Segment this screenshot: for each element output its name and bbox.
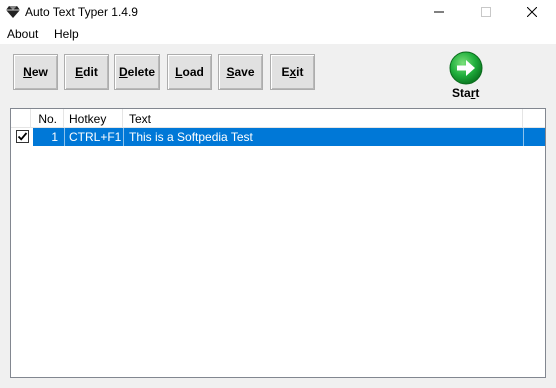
save-label-post: ave [234,65,255,79]
green-arrow-icon[interactable] [449,51,483,85]
menu-about[interactable]: About [7,27,38,41]
column-header-hotkey[interactable]: Hotkey [64,109,123,128]
close-icon [527,7,537,17]
start-button-label[interactable]: Start [452,86,479,100]
column-divider [64,128,65,146]
close-button[interactable] [509,0,555,24]
exit-label-pre: E [281,65,290,79]
column-divider [123,128,124,146]
menu-bar: About Help [0,24,556,44]
save-label-key: S [226,65,235,79]
exit-label-key: x [289,65,297,79]
list-item[interactable]: 1 CTRL+F1 This is a Softpedia Test [11,128,545,146]
exit-button[interactable]: Ex it [270,54,315,90]
minimize-icon [434,11,444,13]
row-text: This is a Softpedia Test [129,130,253,144]
start-label-post: t [475,86,480,100]
maximize-button[interactable] [463,0,509,24]
load-button[interactable]: Load [167,54,212,90]
minimize-button[interactable] [416,0,462,24]
delete-label-key: D [118,65,128,79]
column-header-no[interactable]: No. [31,109,64,128]
checkmark-icon [17,132,28,141]
row-hotkey: CTRL+F1 [69,130,122,144]
start-label-pre: Sta [452,86,471,100]
edit-button[interactable]: Edit [64,54,109,90]
row-no: 1 [51,130,58,144]
column-divider [523,128,524,146]
row-checkbox[interactable] [16,130,29,143]
delete-button[interactable]: Delete [114,54,160,90]
menu-help[interactable]: Help [54,27,79,41]
edit-label-post: dit [83,65,98,79]
new-label-post: ew [31,65,48,79]
edit-label-key: E [75,65,84,79]
delete-label-post: elete [127,65,156,79]
new-label-key: N [23,65,32,79]
save-button[interactable]: Save [218,54,263,90]
title-bar: Auto Text Typer 1.4.9 [0,0,556,24]
list-header: No. Hotkey Text [11,109,545,128]
window-title: Auto Text Typer 1.4.9 [25,5,138,19]
column-header-text[interactable]: Text [123,109,523,128]
diamond-icon [6,6,20,18]
load-label-key: L [175,65,183,79]
column-header-check[interactable] [11,109,31,128]
exit-label-post: it [296,65,304,79]
load-label-post: oad [182,65,204,79]
maximize-icon [481,7,491,17]
new-button[interactable]: New [13,54,58,90]
hotkey-list[interactable]: No. Hotkey Text 1 CTRL+F1 This is a Soft… [10,108,546,378]
